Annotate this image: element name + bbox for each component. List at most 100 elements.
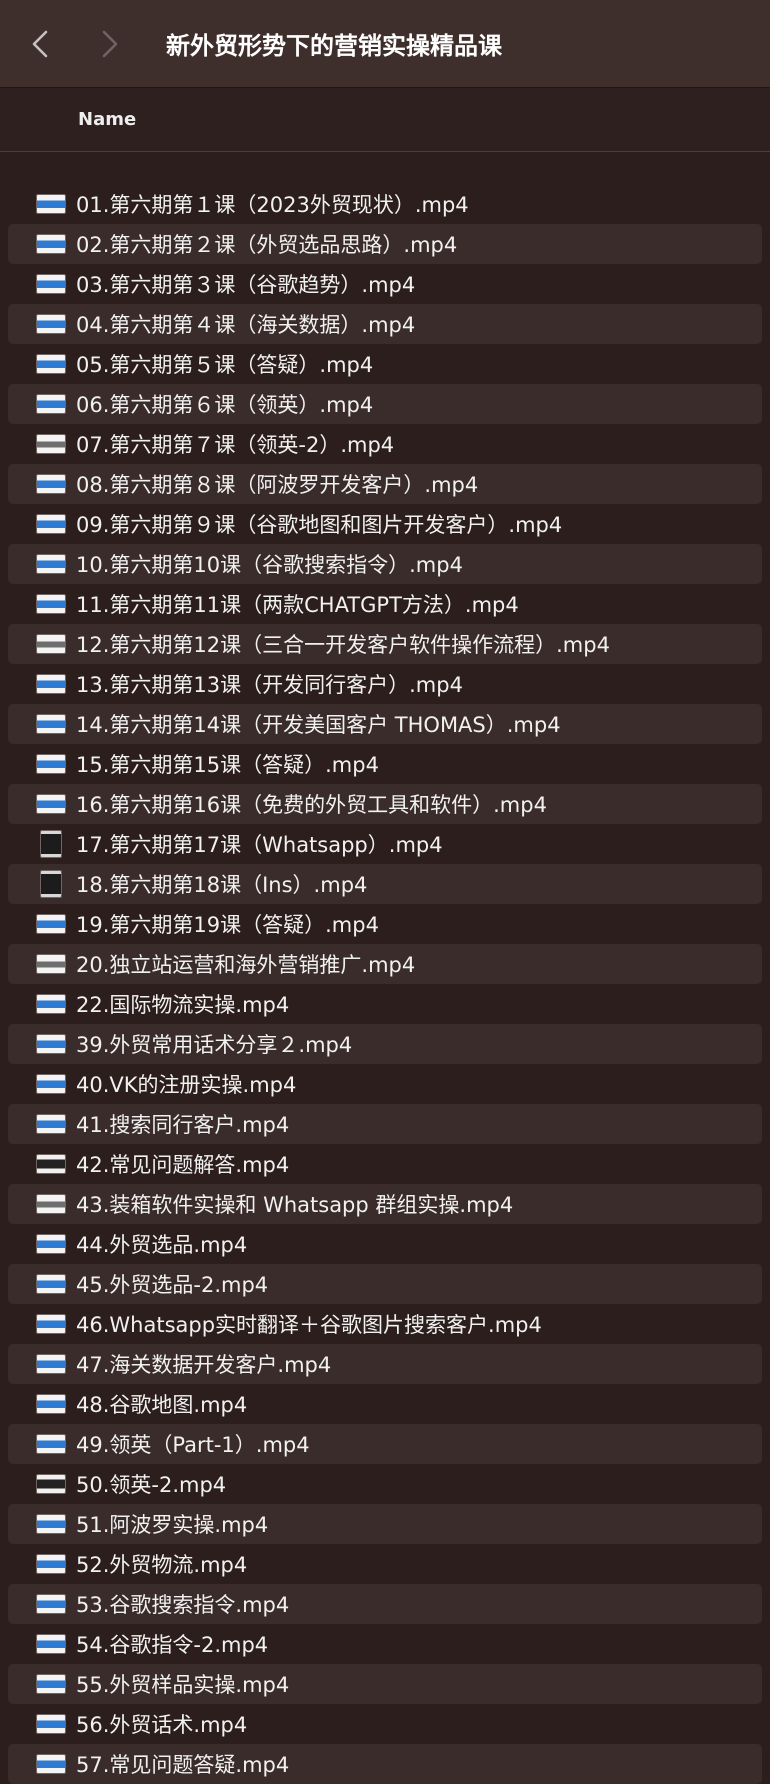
file-row[interactable]: 43.装箱软件实操和 Whatsapp 群组实操.mp4 — [8, 1184, 762, 1224]
file-name: 41.搜索同行客户.mp4 — [76, 1113, 290, 1137]
file-row[interactable]: 10.第六期第10课（谷歌搜索指令）.mp4 — [8, 544, 762, 584]
video-file-icon — [36, 1034, 66, 1054]
video-file-icon — [36, 594, 66, 614]
file-row[interactable]: 09.第六期第９课（谷歌地图和图片开发客户）.mp4 — [8, 504, 762, 544]
file-name: 03.第六期第３课（谷歌趋势）.mp4 — [76, 273, 416, 297]
video-file-icon — [36, 1714, 66, 1734]
video-file-icon — [36, 354, 66, 374]
back-button[interactable] — [22, 22, 58, 66]
file-row[interactable]: 08.第六期第８课（阿波罗开发客户）.mp4 — [8, 464, 762, 504]
file-row[interactable]: 45.外贸选品-2.mp4 — [8, 1264, 762, 1304]
video-file-icon — [36, 434, 66, 454]
video-file-icon — [36, 1114, 66, 1134]
chevron-left-icon — [32, 30, 48, 57]
video-file-icon — [36, 1514, 66, 1534]
video-file-icon — [36, 954, 66, 974]
file-name: 54.谷歌指令-2.mp4 — [76, 1633, 269, 1657]
video-file-icon — [36, 714, 66, 734]
title-bar: 新外贸形势下的营销实操精品课 — [0, 0, 770, 88]
file-row[interactable]: 42.常见问题解答.mp4 — [8, 1144, 762, 1184]
file-row[interactable]: 51.阿波罗实操.mp4 — [8, 1504, 762, 1544]
file-row[interactable]: 18.第六期第18课（Ins）.mp4 — [8, 864, 762, 904]
file-row[interactable]: 56.外贸话术.mp4 — [8, 1704, 762, 1744]
file-row[interactable]: 17.第六期第17课（Whatsapp）.mp4 — [8, 824, 762, 864]
file-name: 19.第六期第19课（答疑）.mp4 — [76, 913, 379, 937]
video-file-icon — [36, 1194, 66, 1214]
file-name: 45.外贸选品-2.mp4 — [76, 1273, 269, 1297]
video-file-icon — [36, 274, 66, 294]
file-name: 48.谷歌地图.mp4 — [76, 1393, 248, 1417]
video-file-icon — [36, 514, 66, 534]
file-row[interactable]: 40.VK的注册实操.mp4 — [8, 1064, 762, 1104]
file-row[interactable]: 05.第六期第５课（答疑）.mp4 — [8, 344, 762, 384]
file-name: 47.海关数据开发客户.mp4 — [76, 1353, 332, 1377]
file-name: 44.外贸选品.mp4 — [76, 1233, 248, 1257]
file-name: 07.第六期第７课（领英-2）.mp4 — [76, 433, 395, 457]
video-file-icon — [36, 1474, 66, 1494]
video-file-icon — [36, 1634, 66, 1654]
file-row[interactable]: 22.国际物流实操.mp4 — [8, 984, 762, 1024]
file-row[interactable]: 50.领英-2.mp4 — [8, 1464, 762, 1504]
video-file-icon — [36, 1594, 66, 1614]
file-row[interactable]: 57.常见问题答疑.mp4 — [8, 1744, 762, 1784]
file-name: 55.外贸样品实操.mp4 — [76, 1673, 290, 1697]
file-row[interactable]: 46.Whatsapp实时翻译＋谷歌图片搜索客户.mp4 — [8, 1304, 762, 1344]
video-file-icon — [36, 914, 66, 934]
video-file-icon — [36, 394, 66, 414]
file-row[interactable]: 15.第六期第15课（答疑）.mp4 — [8, 744, 762, 784]
file-name: 02.第六期第２课（外贸选品思路）.mp4 — [76, 233, 458, 257]
video-file-icon — [36, 634, 66, 654]
column-header-name[interactable]: Name — [78, 109, 136, 130]
video-file-icon — [36, 1754, 66, 1774]
file-row[interactable]: 47.海关数据开发客户.mp4 — [8, 1344, 762, 1384]
file-row[interactable]: 55.外贸样品实操.mp4 — [8, 1664, 762, 1704]
video-file-icon — [40, 870, 62, 898]
file-name: 13.第六期第13课（开发同行客户）.mp4 — [76, 673, 463, 697]
file-row[interactable]: 41.搜索同行客户.mp4 — [8, 1104, 762, 1144]
file-row[interactable]: 03.第六期第３课（谷歌趋势）.mp4 — [8, 264, 762, 304]
forward-button[interactable] — [92, 22, 128, 66]
file-row[interactable]: 12.第六期第12课（三合一开发客户软件操作流程）.mp4 — [8, 624, 762, 664]
video-file-icon — [36, 1314, 66, 1334]
file-name: 08.第六期第８课（阿波罗开发客户）.mp4 — [76, 473, 479, 497]
chevron-right-icon — [102, 30, 118, 57]
file-row[interactable]: 14.第六期第14课（开发美国客户 THOMAS）.mp4 — [8, 704, 762, 744]
file-name: 15.第六期第15课（答疑）.mp4 — [76, 753, 379, 777]
file-name: 40.VK的注册实操.mp4 — [76, 1073, 297, 1097]
file-name: 06.第六期第６课（领英）.mp4 — [76, 393, 374, 417]
file-row[interactable]: 52.外贸物流.mp4 — [8, 1544, 762, 1584]
file-row[interactable]: 04.第六期第４课（海关数据）.mp4 — [8, 304, 762, 344]
video-file-icon — [36, 674, 66, 694]
file-row[interactable]: 49.领英（Part-1）.mp4 — [8, 1424, 762, 1464]
file-row[interactable]: 39.外贸常用话术分享２.mp4 — [8, 1024, 762, 1064]
video-file-icon — [36, 994, 66, 1014]
file-name: 39.外贸常用话术分享２.mp4 — [76, 1033, 353, 1057]
column-header: Name — [0, 88, 770, 152]
file-name: 10.第六期第10课（谷歌搜索指令）.mp4 — [76, 553, 463, 577]
file-row[interactable]: 07.第六期第７课（领英-2）.mp4 — [8, 424, 762, 464]
file-row[interactable]: 01.第六期第１课（2023外贸现状）.mp4 — [8, 184, 762, 224]
file-row[interactable]: 13.第六期第13课（开发同行客户）.mp4 — [8, 664, 762, 704]
file-name: 49.领英（Part-1）.mp4 — [76, 1433, 310, 1457]
file-name: 16.第六期第16课（免费的外贸工具和软件）.mp4 — [76, 793, 547, 817]
file-row[interactable]: 11.第六期第11课（两款CHATGPT方法）.mp4 — [8, 584, 762, 624]
file-name: 09.第六期第９课（谷歌地图和图片开发客户）.mp4 — [76, 513, 563, 537]
file-row[interactable]: 06.第六期第６课（领英）.mp4 — [8, 384, 762, 424]
file-row[interactable]: 48.谷歌地图.mp4 — [8, 1384, 762, 1424]
file-row[interactable]: 19.第六期第19课（答疑）.mp4 — [8, 904, 762, 944]
file-row[interactable]: 20.独立站运营和海外营销推广.mp4 — [8, 944, 762, 984]
file-row[interactable]: 54.谷歌指令-2.mp4 — [8, 1624, 762, 1664]
file-row[interactable]: 02.第六期第２课（外贸选品思路）.mp4 — [8, 224, 762, 264]
file-name: 51.阿波罗实操.mp4 — [76, 1513, 269, 1537]
video-file-icon — [36, 1394, 66, 1414]
video-file-icon — [36, 754, 66, 774]
file-name: 56.外贸话术.mp4 — [76, 1713, 248, 1737]
window-title: 新外贸形势下的营销实操精品课 — [166, 32, 502, 60]
file-row[interactable]: 44.外贸选品.mp4 — [8, 1224, 762, 1264]
video-file-icon — [36, 194, 66, 214]
file-row[interactable]: 16.第六期第16课（免费的外贸工具和软件）.mp4 — [8, 784, 762, 824]
file-row[interactable]: 53.谷歌搜索指令.mp4 — [8, 1584, 762, 1624]
video-file-icon — [36, 1234, 66, 1254]
file-name: 20.独立站运营和海外营销推广.mp4 — [76, 953, 416, 977]
file-name: 18.第六期第18课（Ins）.mp4 — [76, 873, 368, 897]
